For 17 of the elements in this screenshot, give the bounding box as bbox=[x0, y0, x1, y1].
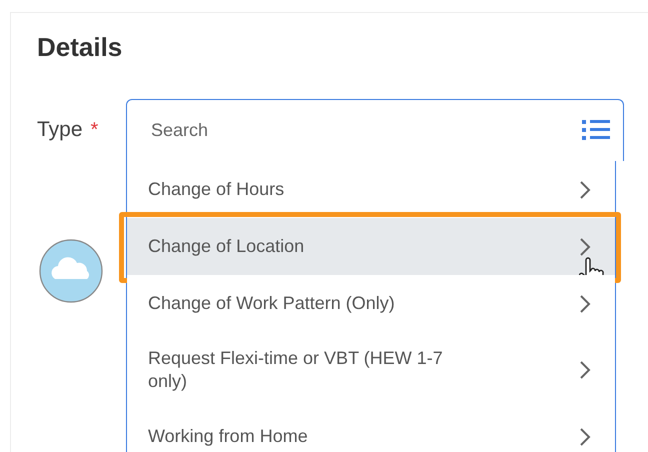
field-label: Type bbox=[37, 118, 83, 142]
option-label: Change of Work Pattern (Only) bbox=[148, 292, 395, 315]
chevron-right-icon bbox=[579, 236, 591, 256]
option-label: Change of Hours bbox=[148, 178, 284, 201]
option-label: Working from Home bbox=[148, 425, 308, 448]
cloud-avatar-icon bbox=[39, 239, 103, 303]
menu-option[interactable]: Change of Location bbox=[127, 218, 615, 275]
option-label: Change of Location bbox=[148, 235, 304, 258]
list-icon[interactable] bbox=[582, 119, 610, 141]
required-mark: * bbox=[90, 118, 98, 142]
chevron-right-icon bbox=[579, 426, 591, 446]
section-title: Details bbox=[37, 31, 124, 64]
search-field[interactable]: Search bbox=[126, 99, 624, 161]
chevron-right-icon bbox=[579, 360, 591, 380]
chevron-right-icon bbox=[579, 294, 591, 314]
option-label: Request Flexi-time or VBT (HEW 1-7 only) bbox=[148, 347, 444, 393]
chevron-right-icon bbox=[579, 180, 591, 200]
